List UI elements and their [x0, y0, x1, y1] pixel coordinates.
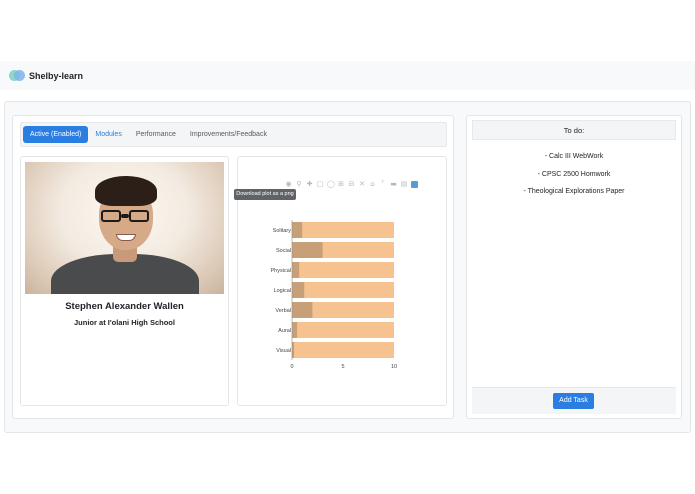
profile-name: Stephen Alexander Wallen	[65, 301, 184, 312]
bar-score	[292, 282, 305, 298]
zoom-icon[interactable]: ⚲	[296, 180, 303, 188]
pan-icon[interactable]: ✚	[306, 180, 313, 188]
reset-axes-icon[interactable]: ⌂	[369, 180, 376, 188]
brand-name[interactable]: Shelby-learn	[29, 71, 83, 81]
todo-list: - Calc III WebWork - CPSC 2500 Homwork -…	[472, 153, 676, 206]
bar-score	[292, 242, 323, 258]
todo-item: - Theological Explorations Paper	[523, 188, 625, 195]
autoscale-icon[interactable]: ✕	[359, 180, 366, 188]
tab-performance[interactable]: Performance	[129, 126, 183, 143]
bar-total	[292, 262, 394, 278]
bar-score	[292, 342, 295, 358]
y-tick-label: Social	[276, 248, 291, 254]
box-select-icon[interactable]: □	[317, 180, 324, 188]
download-tooltip: Download plot as a png	[234, 189, 296, 200]
zoom-in-icon[interactable]: ⊞	[338, 180, 345, 188]
bar-total	[292, 322, 394, 338]
logo-icon	[9, 70, 25, 81]
todo-item: - Calc III WebWork	[544, 153, 604, 160]
tab-modules[interactable]: Modules	[88, 126, 128, 143]
navbar: Shelby-learn	[0, 61, 695, 90]
y-tick-label: Solitary	[273, 228, 292, 234]
tab-bar: Active (Enabled) Modules Performance Imp…	[20, 122, 447, 147]
x-tick-label: 10	[391, 364, 397, 370]
camera-icon[interactable]: ◉	[285, 180, 292, 188]
add-task-button[interactable]: Add Task	[553, 393, 594, 409]
hover-closest-icon[interactable]: ▬	[390, 180, 397, 188]
learning-styles-chart: Solitary Social Physical Logical Verbal Aural…	[271, 220, 397, 370]
bar-score	[292, 302, 313, 318]
bar-total	[292, 222, 394, 238]
y-tick-label: Logical	[274, 288, 291, 294]
hover-compare-icon[interactable]: ▤	[401, 180, 408, 188]
zoom-out-icon[interactable]: ⊟	[348, 180, 355, 188]
bar-total	[292, 342, 394, 358]
tab-improvements-feedback[interactable]: Improvements/Feedback	[183, 126, 274, 143]
bar-score	[292, 222, 303, 238]
y-tick-label: Verbal	[275, 308, 291, 314]
profile-school: Junior at I'olani High School	[74, 318, 175, 327]
spike-lines-icon[interactable]: ⌜	[380, 180, 387, 188]
lasso-select-icon[interactable]: ◯	[327, 180, 335, 188]
todo-header: To do:	[472, 120, 676, 140]
profile-photo	[25, 162, 224, 294]
x-tick-label: 0	[290, 364, 293, 370]
y-tick-label: Aural	[278, 328, 291, 334]
plotly-logo-icon[interactable]	[411, 180, 418, 188]
bar-score	[292, 262, 300, 278]
y-tick-label: Physical	[271, 268, 291, 274]
todo-item: - CPSC 2500 Homwork	[537, 170, 611, 178]
x-tick-label: 5	[341, 364, 344, 370]
tab-active-enabled[interactable]: Active (Enabled)	[23, 126, 89, 143]
y-tick-label: Visual	[276, 348, 291, 354]
plot-modebar: ◉ ⚲ ✚ □ ◯ ⊞ ⊟ ✕ ⌂ ⌜ ▬ ▤	[285, 179, 422, 189]
bar-total	[292, 282, 394, 298]
bar-score	[292, 322, 298, 338]
